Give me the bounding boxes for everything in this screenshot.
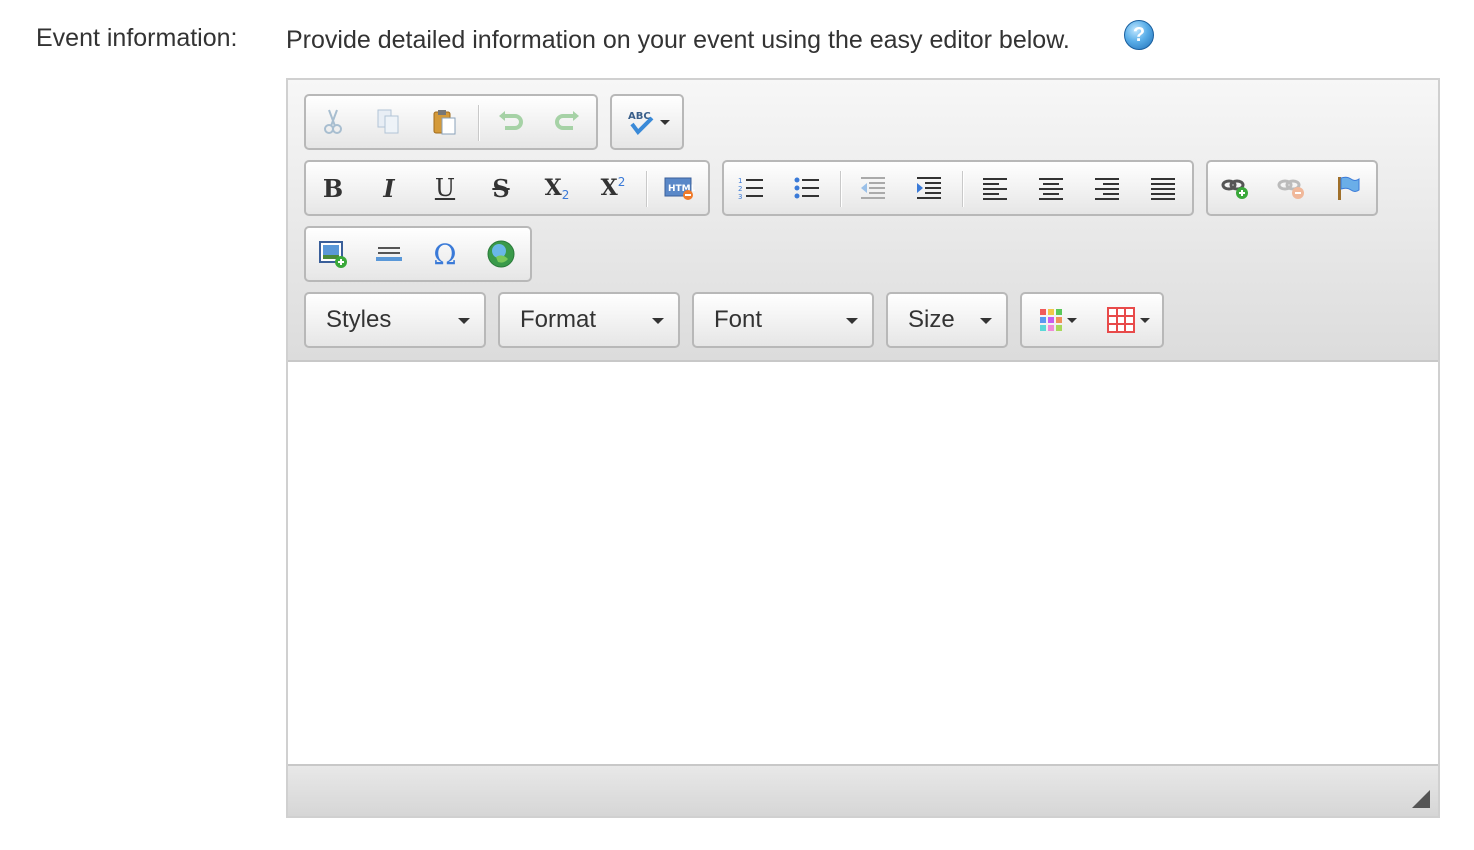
help-icon[interactable]: ? <box>1124 20 1154 50</box>
format-label: Format <box>520 306 597 333</box>
horizontal-rule-icon[interactable] <box>368 234 410 274</box>
paragraph-group: 123 <box>722 160 1194 216</box>
strike-button[interactable]: S <box>480 168 522 208</box>
chevron-down-icon <box>980 318 992 324</box>
spellcheck-icon[interactable]: ABC <box>620 102 676 142</box>
image-icon[interactable] <box>312 234 354 274</box>
svg-text:2: 2 <box>738 185 742 193</box>
undo-icon[interactable] <box>490 102 532 142</box>
bulleted-list-icon[interactable] <box>786 168 828 208</box>
cut-icon[interactable] <box>312 102 354 142</box>
resize-handle-icon[interactable] <box>1412 790 1430 808</box>
copy-icon[interactable] <box>368 102 410 142</box>
align-left-icon[interactable] <box>974 168 1016 208</box>
italic-button[interactable]: I <box>368 168 410 208</box>
chevron-down-icon <box>846 318 858 324</box>
paste-icon[interactable] <box>424 102 466 142</box>
superscript-2: 2 <box>617 175 626 189</box>
special-char-icon[interactable]: Ω <box>424 234 466 274</box>
table-icon[interactable] <box>1098 300 1158 340</box>
styles-label: Styles <box>326 306 392 333</box>
svg-text:1: 1 <box>738 177 742 185</box>
text-color-icon[interactable] <box>1028 300 1088 340</box>
flash-icon[interactable] <box>480 234 522 274</box>
svg-text:3: 3 <box>738 193 742 201</box>
subscript-2: 2 <box>561 188 570 202</box>
anchor-icon[interactable] <box>1326 168 1368 208</box>
html-source-button[interactable]: HTML <box>658 168 700 208</box>
justify-icon[interactable] <box>1142 168 1184 208</box>
size-label: Size <box>908 306 955 333</box>
outdent-icon[interactable] <box>852 168 894 208</box>
styles-dropdown[interactable]: Styles <box>304 292 486 348</box>
insert-group: Ω <box>304 226 532 282</box>
chevron-down-icon <box>458 318 470 324</box>
bold-button[interactable]: B <box>312 168 354 208</box>
subscript-button[interactable]: X2 <box>536 168 578 208</box>
font-label: Font <box>714 306 763 333</box>
font-dropdown[interactable]: Font <box>692 292 874 348</box>
basic-styles-group: B I U S X2 X2 HTML <box>304 160 710 216</box>
size-dropdown[interactable]: Size <box>886 292 1008 348</box>
align-right-icon[interactable] <box>1086 168 1128 208</box>
link-icon[interactable] <box>1214 168 1256 208</box>
underline-button[interactable]: U <box>424 168 466 208</box>
format-dropdown[interactable]: Format <box>498 292 680 348</box>
colors-group <box>1020 292 1164 348</box>
align-center-icon[interactable] <box>1030 168 1072 208</box>
editor-content[interactable] <box>288 362 1438 764</box>
spellcheck-group: ABC <box>610 94 684 150</box>
field-label: Event information: <box>36 24 238 52</box>
editor-toolbar: ABC B I U S X2 X2 HTML 123 Ω Styles Form… <box>288 80 1438 362</box>
editor-status-bar <box>288 764 1438 816</box>
numbered-list-icon[interactable]: 123 <box>730 168 772 208</box>
superscript-button[interactable]: X2 <box>592 168 634 208</box>
chevron-down-icon <box>652 318 664 324</box>
unlink-icon[interactable] <box>1270 168 1312 208</box>
superscript-x: X <box>600 175 618 201</box>
rich-text-editor: ABC B I U S X2 X2 HTML 123 Ω Styles Form… <box>286 78 1440 818</box>
clipboard-group <box>304 94 598 150</box>
redo-icon[interactable] <box>546 102 588 142</box>
links-group <box>1206 160 1378 216</box>
subscript-x: X <box>544 175 562 201</box>
indent-icon[interactable] <box>908 168 950 208</box>
field-description: Provide detailed information on your eve… <box>286 26 1070 54</box>
